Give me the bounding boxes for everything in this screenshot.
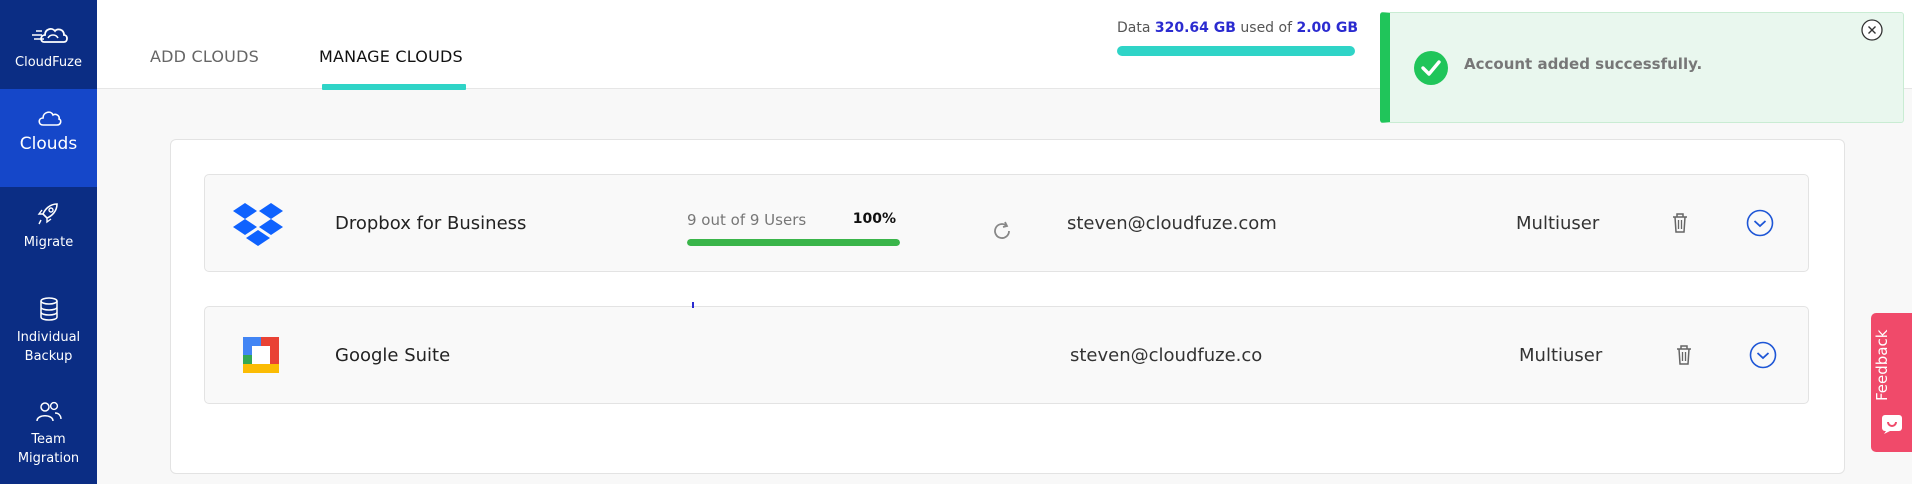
cloud-name: Google Suite <box>335 345 451 366</box>
active-tab-indicator <box>322 84 466 90</box>
sidebar: CloudFuze Clouds Migrate Individual Back… <box>0 0 97 484</box>
storage-total: 2.00 GB <box>1296 20 1359 36</box>
sidebar-item-clouds[interactable]: Clouds <box>0 89 97 187</box>
sidebar-item-team-migration[interactable]: Team Migration <box>0 400 97 475</box>
cloud-email: steven@cloudfuze.co <box>1070 345 1263 366</box>
tab-add-clouds[interactable]: ADD CLOUDS <box>150 47 259 66</box>
storage-text: Data 320.64 GB used of 2.00 GB <box>1117 20 1359 36</box>
cloud-row-google-suite[interactable]: Google Suite steven@cloudfuze.co Multius… <box>204 306 1809 404</box>
storage-middle: used of <box>1240 20 1293 36</box>
users-icon <box>35 401 62 422</box>
close-icon[interactable] <box>1861 19 1883 41</box>
cloud-row-dropbox[interactable]: Dropbox for Business 9 out of 9 Users 10… <box>204 174 1809 272</box>
dropbox-logo-icon <box>233 203 283 246</box>
cloudfuze-logo-icon <box>32 28 68 43</box>
trash-icon[interactable] <box>1674 343 1694 367</box>
toast-message: Account added successfully. <box>1464 55 1703 73</box>
sidebar-item-label-line1: Individual <box>16 330 81 345</box>
sidebar-item-label: Clouds <box>19 134 78 154</box>
progress-percent: 100% <box>852 211 896 227</box>
database-icon <box>39 297 58 321</box>
sidebar-item-label-line2: Migration <box>17 451 80 466</box>
feedback-tab[interactable]: Feedback <box>1871 313 1912 452</box>
sidebar-item-label: Migrate <box>23 235 74 250</box>
cloud-icon <box>37 111 62 126</box>
progress-text: 9 out of 9 Users 100% <box>687 211 900 229</box>
rocket-icon <box>37 203 58 225</box>
success-toast: Account added successfully. <box>1380 12 1904 123</box>
chevron-down-icon[interactable] <box>1746 209 1774 237</box>
cloud-email: steven@cloudfuze.com <box>1067 213 1277 234</box>
sidebar-item-label-line1: Team <box>31 432 66 447</box>
cursor-marker <box>692 302 694 308</box>
chevron-down-icon[interactable] <box>1749 341 1777 369</box>
cloud-type: Multiuser <box>1519 345 1603 366</box>
sidebar-item-individual-backup[interactable]: Individual Backup <box>0 296 97 371</box>
tab-manage-clouds[interactable]: MANAGE CLOUDS <box>319 47 463 66</box>
progress-bar <box>687 239 900 246</box>
google-suite-logo-icon <box>243 337 279 373</box>
refresh-icon[interactable] <box>990 219 1014 243</box>
migration-progress: 9 out of 9 Users 100% <box>687 211 900 246</box>
storage-used: 320.64 GB <box>1154 20 1236 36</box>
feedback-label: Feedback <box>1873 329 1891 401</box>
sidebar-item-label-line2: Backup <box>24 349 73 364</box>
storage-prefix: Data <box>1117 20 1151 36</box>
cloud-name: Dropbox for Business <box>335 213 527 234</box>
cloud-type: Multiuser <box>1516 213 1600 234</box>
check-circle-icon <box>1414 51 1448 85</box>
brand[interactable]: CloudFuze <box>0 0 97 89</box>
progress-users: 9 out of 9 Users <box>687 211 807 229</box>
progress-bar-fill <box>687 239 900 246</box>
brand-name: CloudFuze <box>15 55 82 70</box>
storage-usage: Data 320.64 GB used of 2.00 GB <box>1117 20 1359 56</box>
trash-icon[interactable] <box>1670 211 1690 235</box>
storage-progress-bar <box>1117 46 1355 56</box>
sidebar-item-migrate[interactable]: Migrate <box>0 201 97 261</box>
chat-smile-icon <box>1882 415 1902 434</box>
